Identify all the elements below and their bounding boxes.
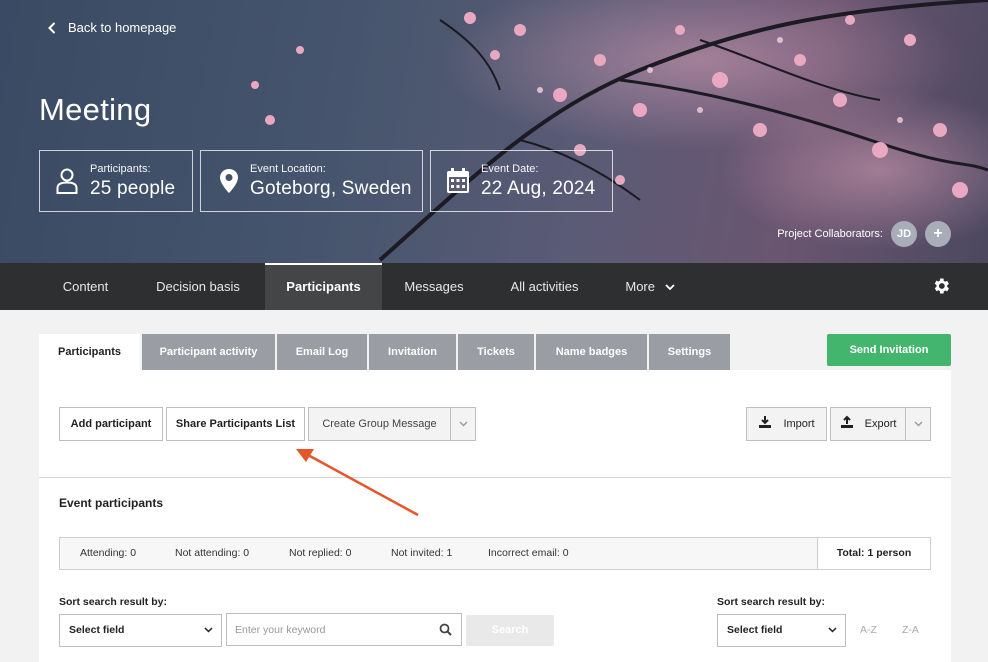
main-nav: Content Decision basis Participants Mess…: [0, 263, 988, 310]
nav-more[interactable]: More: [615, 263, 685, 310]
tab-name-badges[interactable]: Name badges: [536, 334, 647, 370]
group-message-dropdown[interactable]: [450, 407, 476, 441]
page-title: Meeting: [39, 92, 152, 127]
sort-z-a-button[interactable]: Z-A: [902, 624, 919, 636]
date-info-box: Event Date: 22 Aug, 2024: [430, 150, 613, 212]
create-group-message-button[interactable]: Create Group Message: [308, 407, 451, 441]
project-collaborators: Project Collaborators: JD +: [777, 221, 951, 247]
chevron-down-icon: [828, 627, 837, 633]
chevron-down-icon: [664, 284, 675, 291]
stat-attending: Attending: 0: [80, 547, 137, 559]
chevron-down-icon: [204, 627, 213, 633]
chevron-down-icon: [914, 421, 922, 427]
export-button[interactable]: Export: [830, 407, 906, 441]
tab-invitation[interactable]: Invitation: [369, 334, 456, 370]
avatar[interactable]: JD: [891, 221, 917, 247]
stat-not-attending: Not attending: 0: [175, 547, 250, 559]
nav-messages[interactable]: Messages: [392, 263, 476, 310]
add-collaborator-button[interactable]: +: [925, 221, 951, 247]
location-info-box: Event Location: Goteborg, Sweden: [200, 150, 423, 212]
export-label: Export: [864, 418, 897, 430]
nav-more-label: More: [625, 279, 655, 294]
nav-decision-basis[interactable]: Decision basis: [144, 263, 252, 310]
total-participants: Total: 1 person: [817, 538, 930, 569]
back-to-homepage-link[interactable]: Back to homepage: [48, 20, 176, 35]
location-label: Event Location:: [250, 162, 326, 175]
nav-content[interactable]: Content: [39, 263, 132, 310]
sort-field-select-right[interactable]: Select field: [717, 614, 846, 647]
gear-icon[interactable]: [931, 276, 951, 296]
select-left-value: Select field: [69, 624, 125, 636]
tab-participants[interactable]: Participants: [39, 334, 140, 371]
collaborators-label: Project Collaborators:: [777, 228, 883, 240]
participant-stats-bar: Attending: 0 Not attending: 0 Not replie…: [59, 537, 931, 570]
stat-not-invited: Not invited: 1: [391, 547, 453, 559]
sort-label-left: Sort search result by:: [59, 596, 167, 608]
search-input[interactable]: [227, 614, 427, 645]
add-participant-button[interactable]: Add participant: [59, 407, 163, 441]
search-button[interactable]: Search: [466, 615, 554, 646]
export-dropdown[interactable]: [905, 407, 931, 441]
section-divider: [39, 477, 951, 478]
date-label: Event Date:: [481, 162, 539, 175]
tab-settings[interactable]: Settings: [649, 334, 730, 370]
keyword-search-field[interactable]: [226, 613, 462, 646]
nav-participants[interactable]: Participants: [265, 263, 382, 310]
chevron-left-icon: [48, 21, 56, 34]
hero-banner: Back to homepage Meeting Participants: 2…: [0, 0, 988, 263]
stat-not-replied: Not replied: 0: [289, 547, 352, 559]
date-value: 22 Aug, 2024: [481, 177, 596, 199]
event-participants-title: Event participants: [59, 496, 164, 510]
location-pin-icon: [216, 166, 242, 196]
share-participants-list-button[interactable]: Share Participants List: [166, 407, 305, 441]
search-icon[interactable]: [439, 623, 452, 636]
participants-value: 25 people: [90, 177, 176, 199]
nav-all-activities[interactable]: All activities: [496, 263, 593, 310]
send-invitation-button[interactable]: Send Invitation: [827, 334, 951, 366]
sort-a-z-button[interactable]: A-Z: [860, 624, 877, 636]
sort-label-right: Sort search result by:: [717, 596, 825, 608]
import-button[interactable]: Import: [746, 407, 827, 441]
import-label: Import: [783, 418, 815, 430]
tab-email-log[interactable]: Email Log: [277, 334, 367, 370]
back-label: Back to homepage: [68, 20, 177, 35]
tab-tickets[interactable]: Tickets: [458, 334, 534, 370]
stat-incorrect-email: Incorrect email: 0: [488, 547, 569, 559]
person-icon: [54, 166, 80, 196]
tab-participant-activity[interactable]: Participant activity: [142, 334, 275, 370]
chevron-down-icon: [459, 421, 467, 427]
participants-label: Participants:: [90, 162, 151, 175]
export-icon: [840, 415, 853, 428]
participants-info-box: Participants: 25 people: [39, 150, 193, 212]
calendar-icon: [445, 166, 471, 196]
import-icon: [759, 416, 772, 428]
location-value: Goteborg, Sweden: [250, 177, 412, 199]
select-right-value: Select field: [727, 624, 783, 636]
sort-field-select-left[interactable]: Select field: [59, 614, 222, 647]
